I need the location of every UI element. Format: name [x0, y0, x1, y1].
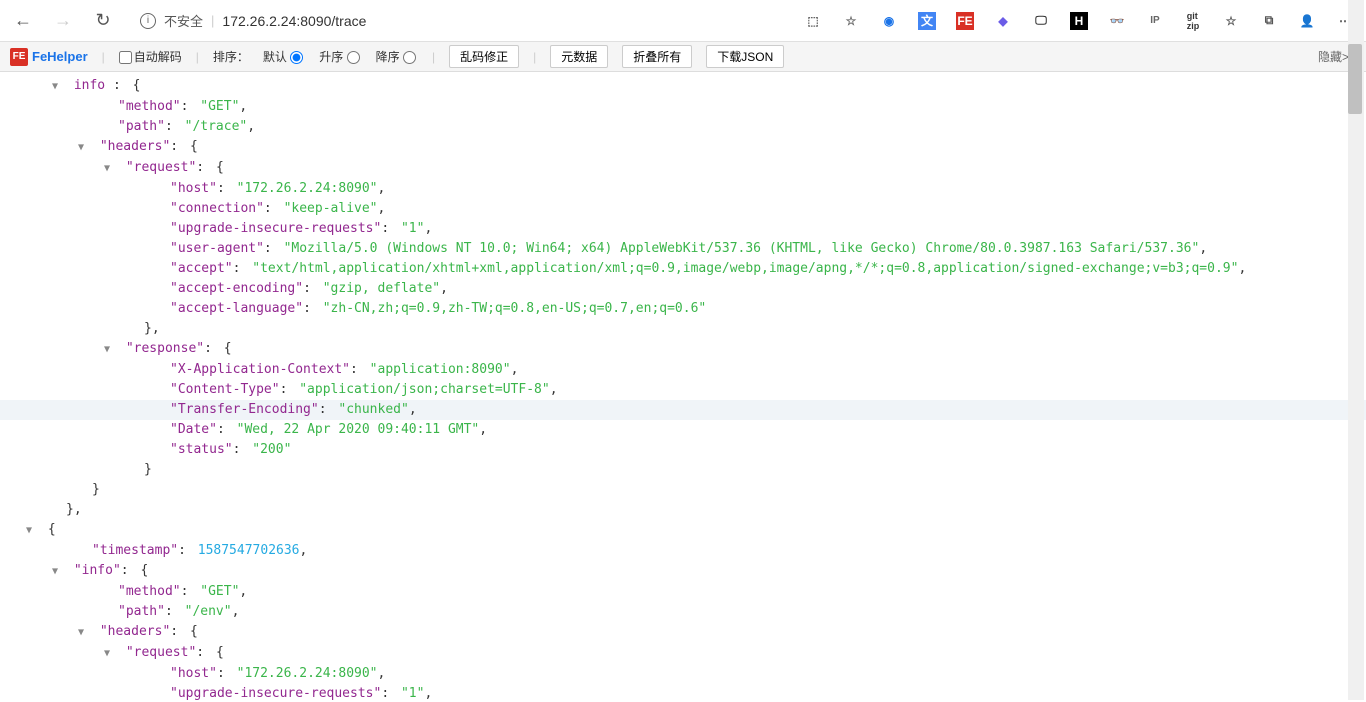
profile-icon[interactable]: 👤: [1298, 12, 1316, 30]
ext-icon-7[interactable]: 👓: [1108, 12, 1126, 30]
url-bar[interactable]: i 不安全 | 172.26.2.24:8090/trace: [132, 6, 786, 36]
url-text: 172.26.2.24:8090/trace: [222, 13, 366, 29]
json-viewer[interactable]: ▼ info : {"method": "GET","path": "/trac…: [0, 72, 1366, 700]
json-line[interactable]: ▼ "response": {: [0, 339, 1366, 360]
json-line[interactable]: "upgrade-insecure-requests": "1",: [0, 219, 1366, 239]
json-line[interactable]: "status": "200": [0, 440, 1366, 460]
fehelper-logo[interactable]: FE FeHelper: [10, 48, 88, 66]
toggle-icon[interactable]: ▼: [26, 521, 38, 541]
ext-icon-2[interactable]: 文: [918, 12, 936, 30]
ext-icon-5[interactable]: 🖵: [1032, 12, 1050, 30]
auto-decode-checkbox[interactable]: 自动解码: [119, 48, 182, 65]
collapse-all-button[interactable]: 折叠所有: [622, 45, 692, 68]
json-line[interactable]: ▼ "request": {: [0, 158, 1366, 179]
back-button[interactable]: ←: [12, 10, 34, 32]
toggle-icon[interactable]: ▼: [104, 340, 116, 360]
extension-icons: ⬚ ☆ ◉ 文 FE ◆ 🖵 H 👓 IP gitzip ☆ ⧉ 👤 ⋯: [804, 12, 1354, 30]
json-line[interactable]: "connection": "keep-alive",: [0, 199, 1366, 219]
json-line[interactable]: "host": "172.26.2.24:8090",: [0, 179, 1366, 199]
json-line[interactable]: "X-Application-Context": "application:80…: [0, 360, 1366, 380]
sort-label: 排序：: [213, 48, 249, 65]
ext-icon-9[interactable]: gitzip: [1184, 12, 1202, 30]
json-line[interactable]: ▼ info : {: [0, 76, 1366, 97]
json-line[interactable]: ▼ "headers": {: [0, 622, 1366, 643]
toggle-icon[interactable]: ▼: [78, 138, 90, 158]
json-line[interactable]: "timestamp": 1587547702636,: [0, 541, 1366, 561]
json-line[interactable]: "accept": "text/html,application/xhtml+x…: [0, 259, 1366, 279]
info-icon[interactable]: i: [140, 13, 156, 29]
ext-icon-1[interactable]: ◉: [880, 12, 898, 30]
toggle-icon[interactable]: ▼: [52, 77, 64, 97]
toggle-icon[interactable]: ▼: [104, 644, 116, 664]
json-line[interactable]: ▼ "info": {: [0, 561, 1366, 582]
toggle-icon[interactable]: ▼: [104, 159, 116, 179]
json-line[interactable]: ▼ "headers": {: [0, 137, 1366, 158]
json-line[interactable]: ▼ {: [0, 520, 1366, 541]
json-line[interactable]: "accept-encoding": "gzip, deflate",: [0, 279, 1366, 299]
sort-asc-radio[interactable]: 升序: [319, 48, 361, 65]
metadata-button[interactable]: 元数据: [550, 45, 608, 68]
sort-desc-radio[interactable]: 降序: [376, 48, 418, 65]
json-line[interactable]: "upgrade-insecure-requests": "1",: [0, 684, 1366, 700]
fehelper-badge-icon: FE: [10, 48, 28, 66]
json-line[interactable]: "accept-language": "zh-CN,zh;q=0.9,zh-TW…: [0, 299, 1366, 319]
json-line[interactable]: "Content-Type": "application/json;charse…: [0, 380, 1366, 400]
json-line[interactable]: "Transfer-Encoding": "chunked",: [0, 400, 1366, 420]
fix-encoding-button[interactable]: 乱码修正: [449, 45, 519, 68]
json-line[interactable]: "Date": "Wed, 22 Apr 2020 09:40:11 GMT",: [0, 420, 1366, 440]
download-json-button[interactable]: 下载JSON: [706, 45, 784, 68]
json-line[interactable]: },: [0, 319, 1366, 339]
scrollbar-thumb[interactable]: [1348, 44, 1362, 114]
json-line[interactable]: }: [0, 480, 1366, 500]
star-icon[interactable]: ☆: [842, 12, 860, 30]
forward-button[interactable]: →: [52, 10, 74, 32]
insecure-label: 不安全: [164, 11, 203, 30]
refresh-button[interactable]: ↻: [92, 10, 114, 32]
collections-icon[interactable]: ⧉: [1260, 12, 1278, 30]
json-line[interactable]: "method": "GET",: [0, 97, 1366, 117]
json-line[interactable]: "path": "/trace",: [0, 117, 1366, 137]
json-line[interactable]: "host": "172.26.2.24:8090",: [0, 664, 1366, 684]
toggle-icon[interactable]: ▼: [52, 562, 64, 582]
ext-icon-6[interactable]: H: [1070, 12, 1088, 30]
scrollbar[interactable]: [1348, 0, 1364, 700]
sort-default-radio[interactable]: 默认: [263, 48, 305, 65]
fehelper-toolbar: FE FeHelper | 自动解码 | 排序： 默认 升序 降序 | 乱码修正…: [0, 42, 1366, 72]
translate-icon[interactable]: ⬚: [804, 12, 822, 30]
browser-toolbar: ← → ↻ i 不安全 | 172.26.2.24:8090/trace ⬚ ☆…: [0, 0, 1366, 42]
json-line[interactable]: "path": "/env",: [0, 602, 1366, 622]
json-line[interactable]: }: [0, 460, 1366, 480]
json-line[interactable]: ▼ "request": {: [0, 643, 1366, 664]
favorites-icon[interactable]: ☆: [1222, 12, 1240, 30]
fehelper-ext-icon[interactable]: FE: [956, 12, 974, 30]
json-line[interactable]: "method": "GET",: [0, 582, 1366, 602]
json-line[interactable]: "user-agent": "Mozilla/5.0 (Windows NT 1…: [0, 239, 1366, 259]
ext-icon-8[interactable]: IP: [1146, 12, 1164, 30]
json-line[interactable]: },: [0, 500, 1366, 520]
toggle-icon[interactable]: ▼: [78, 623, 90, 643]
ext-icon-4[interactable]: ◆: [994, 12, 1012, 30]
